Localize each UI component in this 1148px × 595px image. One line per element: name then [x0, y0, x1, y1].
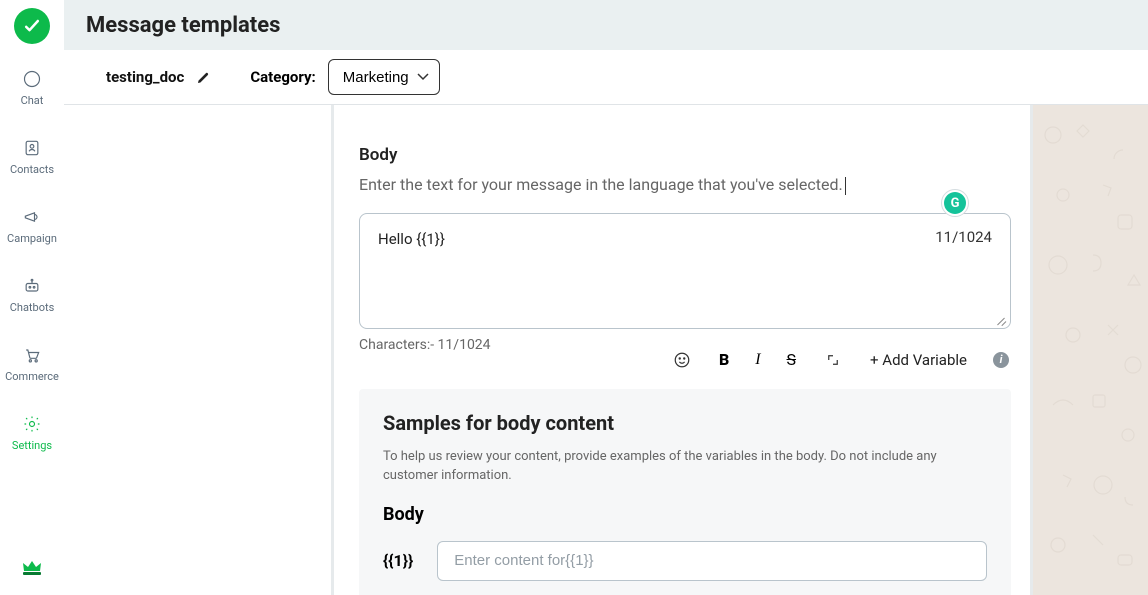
category-label: Category:: [250, 68, 315, 86]
bold-button[interactable]: B: [719, 350, 729, 369]
pencil-icon: [196, 69, 212, 85]
samples-section: Samples for body content To help us revi…: [359, 389, 1011, 595]
sidebar-item-campaign[interactable]: Campaign: [0, 202, 64, 249]
megaphone-icon: [21, 206, 43, 228]
page-header: Message templates: [64, 0, 1148, 50]
sidebar-item-commerce[interactable]: Commerce: [0, 340, 64, 387]
add-variable-button[interactable]: + Add Variable: [870, 351, 967, 369]
body-counter-inline: 11/1024: [935, 228, 992, 246]
body-textarea[interactable]: Hello {{1}} 11/1024: [359, 213, 1011, 329]
sidebar-item-label: Chat: [21, 94, 44, 107]
left-panel: [64, 105, 334, 595]
emoji-icon: [673, 351, 691, 369]
contacts-icon: [21, 137, 43, 159]
sidebar-item-label: Chatbots: [10, 301, 55, 314]
code-button[interactable]: [822, 349, 844, 371]
app-logo[interactable]: [14, 8, 50, 44]
main-content: Body Enter the text for your message in …: [337, 105, 1033, 595]
info-button[interactable]: i: [993, 352, 1009, 368]
code-icon: [824, 351, 842, 369]
strikethrough-button[interactable]: S: [787, 350, 797, 369]
robot-icon: [21, 275, 43, 297]
template-toolbar: testing_doc Category: Marketing: [64, 50, 1148, 105]
chat-icon: [21, 68, 43, 90]
preview-background: [1033, 105, 1148, 595]
page-title: Message templates: [86, 13, 280, 38]
emoji-button[interactable]: [671, 349, 693, 371]
crown-icon[interactable]: [20, 555, 44, 583]
sidebar-item-chat[interactable]: Chat: [0, 64, 64, 111]
sidebar-item-contacts[interactable]: Contacts: [0, 133, 64, 180]
gear-icon: [21, 413, 43, 435]
variable-tag: {{1}}: [383, 551, 413, 570]
sample-variable-row: {{1}}: [383, 541, 987, 581]
sidebar-item-settings[interactable]: Settings: [0, 409, 64, 456]
italic-button[interactable]: I: [755, 351, 760, 369]
grammarly-icon: G: [944, 192, 966, 214]
sidebar-item-label: Contacts: [10, 163, 54, 176]
body-section-title: Body: [359, 145, 1011, 165]
sidebar-item-chatbots[interactable]: Chatbots: [0, 271, 64, 318]
samples-hint: To help us review your content, provide …: [383, 447, 953, 486]
checkmark-icon: [22, 16, 42, 36]
sidebar-item-label: Commerce: [5, 370, 59, 383]
category-select[interactable]: Marketing: [328, 59, 440, 95]
template-name: testing_doc: [106, 68, 184, 86]
body-textarea-content: Hello {{1}}: [378, 230, 992, 248]
sidebar: Chat Contacts Campaign Chatbots Commerce…: [0, 0, 64, 595]
samples-title: Samples for body content: [383, 411, 987, 435]
body-hint: Enter the text for your message in the l…: [359, 175, 1011, 195]
sidebar-item-label: Settings: [12, 439, 52, 452]
edit-name-button[interactable]: [196, 69, 212, 85]
cart-icon: [21, 344, 43, 366]
sidebar-item-label: Campaign: [7, 232, 57, 245]
grammarly-badge[interactable]: G: [941, 189, 969, 217]
samples-body-label: Body: [383, 504, 987, 525]
resize-handle[interactable]: [994, 312, 1006, 324]
doodle-pattern: [1033, 105, 1148, 595]
variable-input[interactable]: [437, 541, 987, 581]
